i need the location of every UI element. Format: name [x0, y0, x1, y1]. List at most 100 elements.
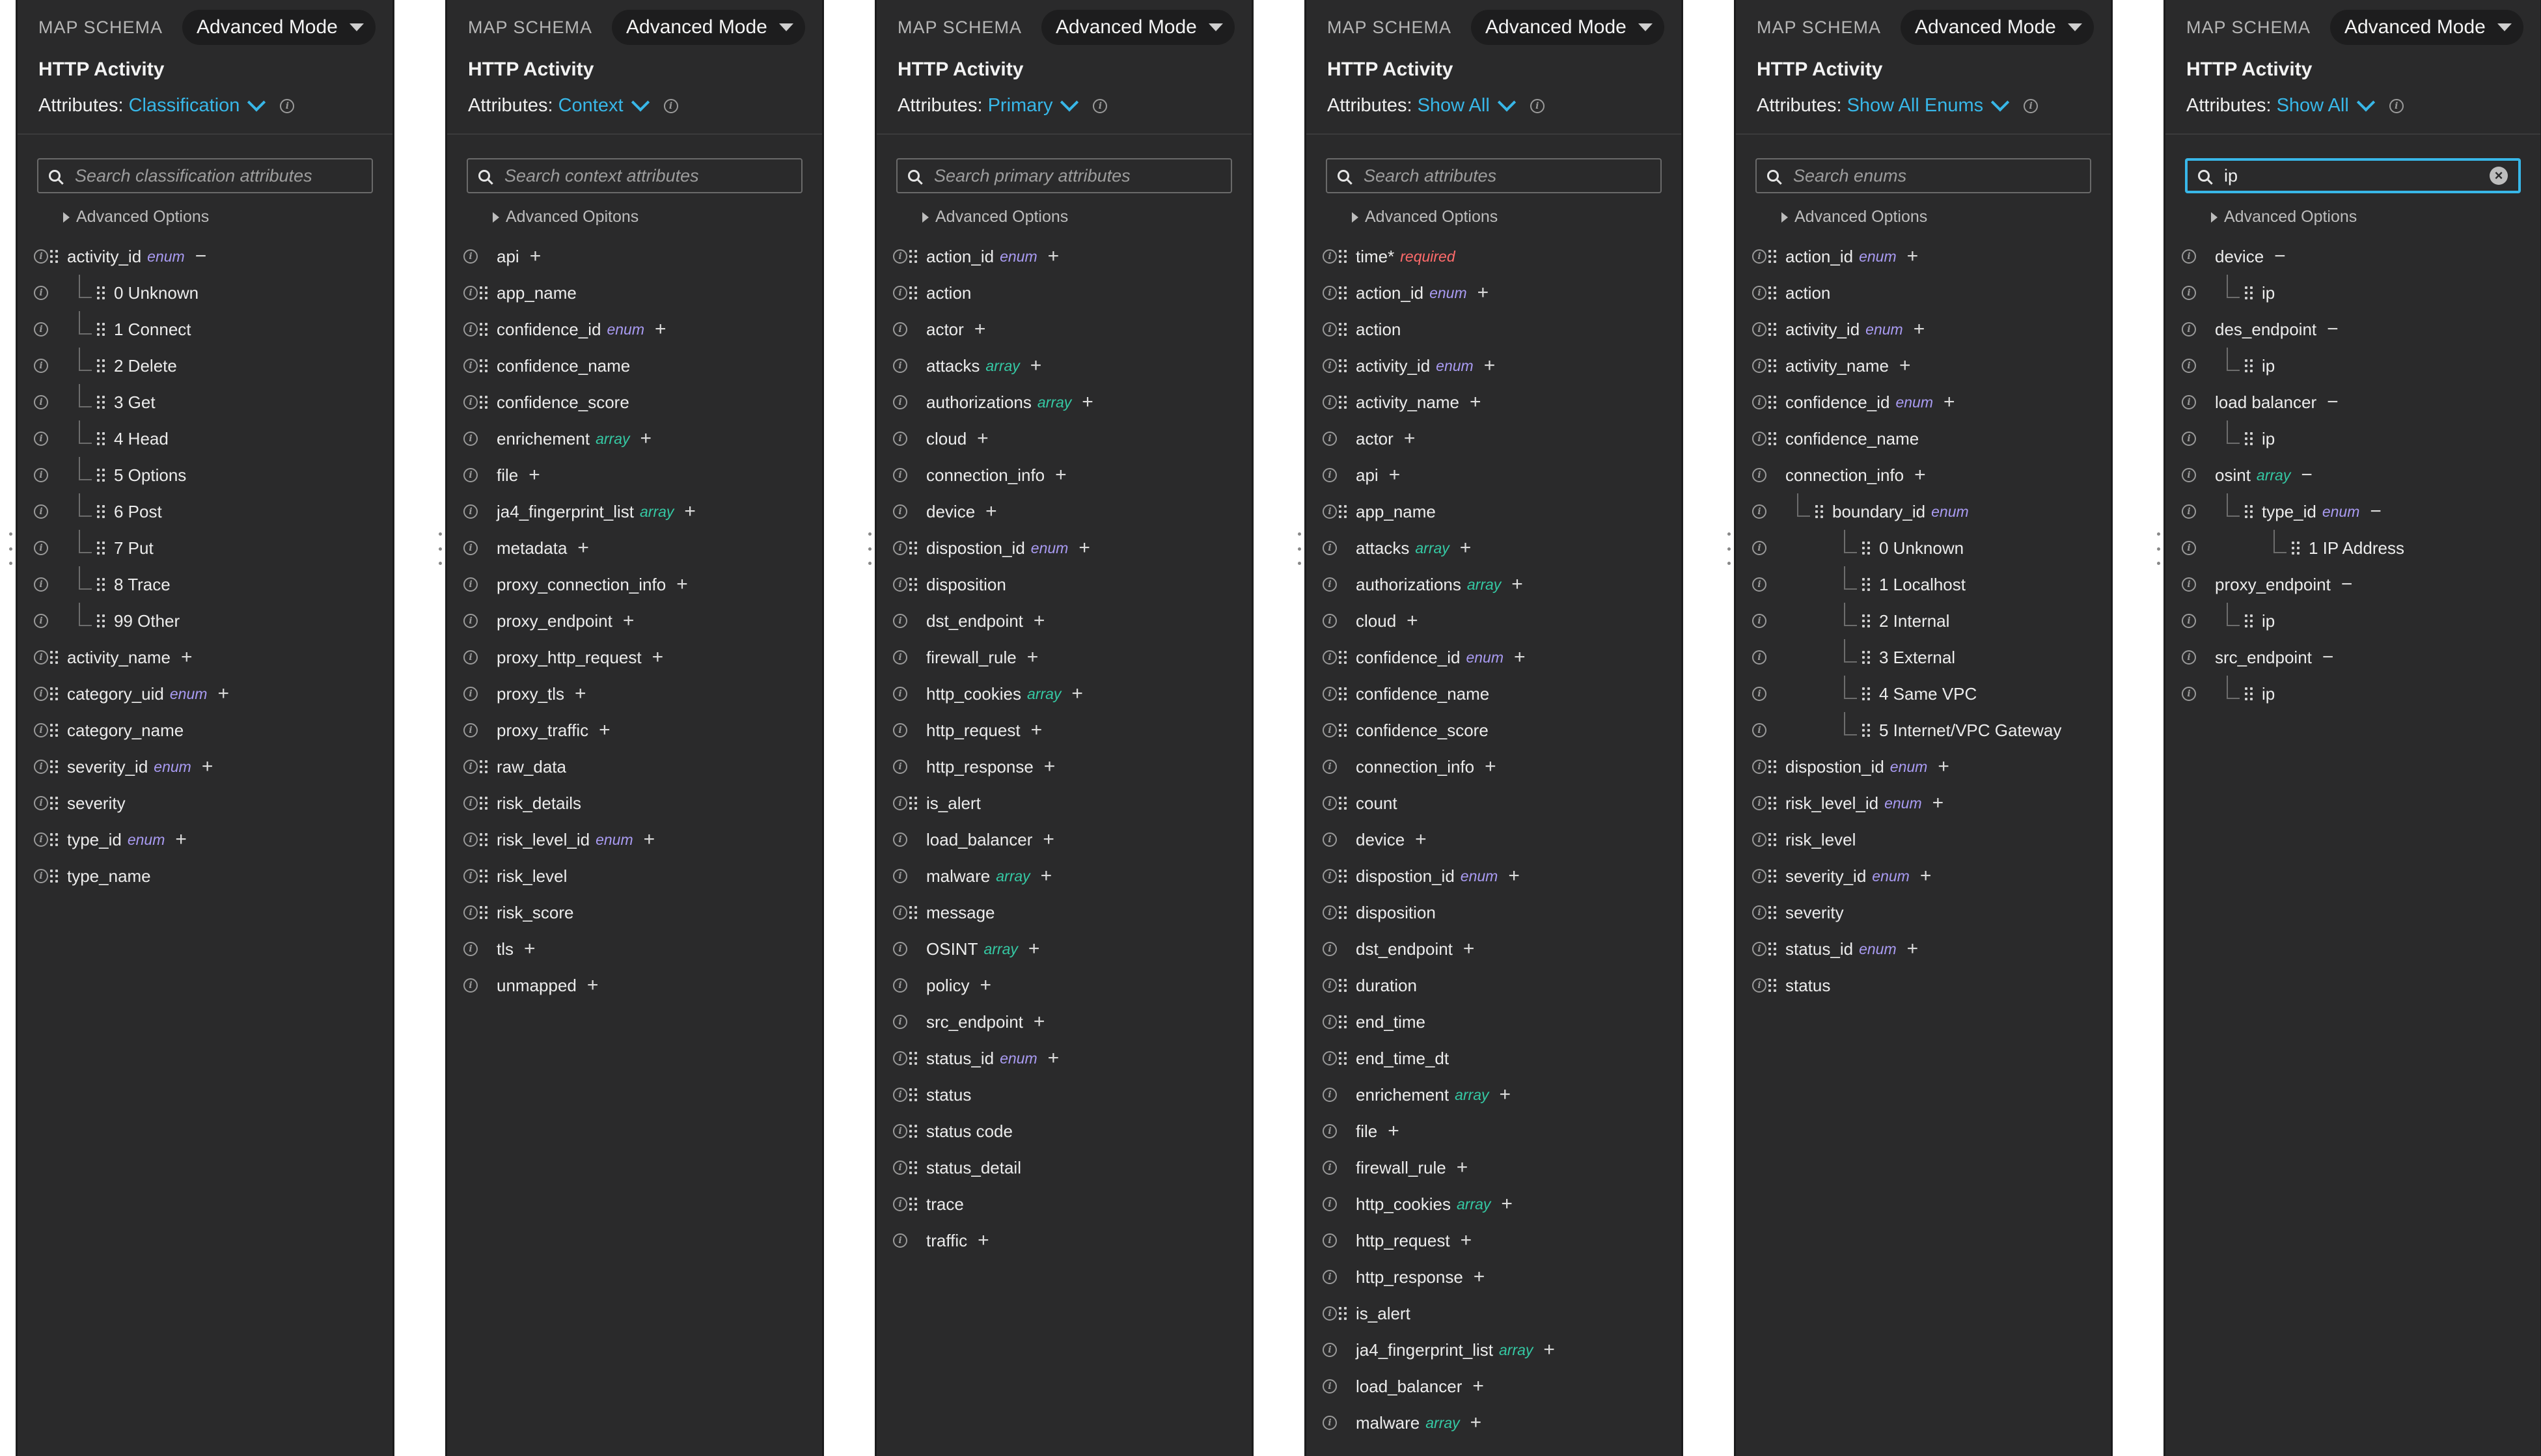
info-icon[interactable]: i: [463, 614, 478, 628]
info-icon[interactable]: i: [2182, 286, 2196, 300]
info-icon[interactable]: i: [893, 468, 907, 482]
expand-plus-icon[interactable]: +: [217, 684, 229, 704]
attribute-row-status[interactable]: i status: [877, 1077, 1252, 1113]
expand-plus-icon[interactable]: +: [1899, 356, 1911, 376]
info-icon[interactable]: i: [1323, 1197, 1337, 1211]
info-icon[interactable]: i: [1323, 395, 1337, 409]
info-icon[interactable]: i: [463, 723, 478, 737]
attribute-row-ip[interactable]: i ip: [2165, 603, 2540, 639]
info-icon[interactable]: i: [463, 577, 478, 592]
drag-handle-icon[interactable]: [480, 323, 488, 336]
panel-resize-handle[interactable]: [2156, 532, 2161, 565]
attribute-row-load-balancer[interactable]: i load_balancer +: [1306, 1368, 1681, 1405]
drag-handle-icon[interactable]: [480, 833, 488, 846]
attribute-row-type-name[interactable]: i type_name: [18, 858, 392, 894]
drag-handle-icon[interactable]: [1768, 906, 1776, 919]
attribute-row-activity-name[interactable]: i activity_name +: [1306, 384, 1681, 420]
expand-plus-icon[interactable]: +: [1543, 1340, 1555, 1360]
drag-handle-icon[interactable]: [50, 724, 58, 737]
drag-handle-icon[interactable]: [97, 286, 105, 299]
attribute-row-severity-id[interactable]: i severity_id enum +: [1736, 858, 2111, 894]
drag-handle-icon[interactable]: [1768, 870, 1776, 883]
expand-plus-icon[interactable]: +: [175, 830, 187, 849]
attribute-row-confidence-id[interactable]: i confidence_id enum +: [1736, 384, 2111, 420]
info-icon[interactable]: i: [463, 650, 478, 665]
info-icon[interactable]: i: [1752, 869, 1766, 883]
info-icon[interactable]: i: [1752, 905, 1766, 920]
info-icon[interactable]: i: [893, 1197, 907, 1211]
collapse-minus-icon[interactable]: −: [2370, 502, 2382, 521]
expand-plus-icon[interactable]: +: [1388, 1121, 1399, 1141]
attributes-dropdown[interactable]: Show All: [2277, 95, 2349, 117]
info-icon[interactable]: i: [1752, 942, 1766, 956]
info-icon[interactable]: i: [893, 504, 907, 519]
attribute-row-6-post[interactable]: i 6 Post: [18, 493, 392, 530]
advanced-options-toggle[interactable]: Advanced Options: [63, 208, 392, 227]
attribute-row-dst-endpoint[interactable]: i dst_endpoint +: [877, 603, 1252, 639]
info-icon[interactable]: i: [1323, 760, 1337, 774]
search-input[interactable]: [2223, 165, 2490, 187]
expand-plus-icon[interactable]: +: [1043, 830, 1054, 849]
attribute-row-disposition[interactable]: i disposition: [877, 566, 1252, 603]
expand-plus-icon[interactable]: +: [978, 1231, 989, 1250]
expand-plus-icon[interactable]: +: [530, 247, 542, 266]
panel-resize-handle[interactable]: [8, 532, 13, 565]
drag-handle-icon[interactable]: [1339, 651, 1347, 664]
drag-handle-icon[interactable]: [1339, 1307, 1347, 1320]
drag-handle-icon[interactable]: [909, 797, 917, 810]
info-icon[interactable]: i: [34, 760, 48, 774]
drag-handle-icon[interactable]: [1768, 359, 1776, 372]
info-icon[interactable]: i: [2024, 98, 2039, 113]
expand-plus-icon[interactable]: +: [1461, 1231, 1472, 1250]
attribute-row-risk-level-id[interactable]: i risk_level_id enum +: [1736, 785, 2111, 821]
collapse-minus-icon[interactable]: −: [2327, 392, 2339, 412]
attribute-row-disposition[interactable]: i disposition: [1306, 894, 1681, 931]
attribute-row-risk-level[interactable]: i risk_level: [1736, 821, 2111, 858]
drag-handle-icon[interactable]: [1862, 614, 1870, 627]
attribute-row-activity-name[interactable]: i activity_name +: [18, 639, 392, 676]
info-icon[interactable]: i: [34, 359, 48, 373]
drag-handle-icon[interactable]: [97, 432, 105, 445]
drag-handle-icon[interactable]: [1862, 724, 1870, 737]
drag-handle-icon[interactable]: [97, 614, 105, 627]
attribute-row-type-id[interactable]: i type_id enum +: [18, 821, 392, 858]
info-icon[interactable]: i: [2182, 650, 2196, 665]
expand-plus-icon[interactable]: +: [1030, 356, 1042, 376]
drag-handle-icon[interactable]: [1768, 797, 1776, 810]
panel-resize-handle[interactable]: [867, 532, 872, 565]
attribute-row-status[interactable]: i status: [1736, 967, 2111, 1004]
info-icon[interactable]: i: [2182, 322, 2196, 337]
info-icon[interactable]: i: [893, 1051, 907, 1065]
info-icon[interactable]: i: [1323, 286, 1337, 300]
chevron-down-icon[interactable]: [1060, 92, 1079, 111]
drag-handle-icon[interactable]: [1768, 432, 1776, 445]
expand-plus-icon[interactable]: +: [985, 502, 997, 521]
drag-handle-icon[interactable]: [2245, 359, 2253, 372]
attribute-row-3-external[interactable]: i 3 External: [1736, 639, 2111, 676]
info-icon[interactable]: i: [893, 942, 907, 956]
search-field[interactable]: [1326, 158, 1662, 193]
info-icon[interactable]: i: [1323, 1051, 1337, 1065]
info-icon[interactable]: i: [2182, 249, 2196, 264]
attribute-row-proxy-endpoint[interactable]: i proxy_endpoint +: [447, 603, 822, 639]
expand-plus-icon[interactable]: +: [1082, 392, 1093, 412]
drag-handle-icon[interactable]: [50, 250, 58, 263]
drag-handle-icon[interactable]: [1768, 396, 1776, 409]
drag-handle-icon[interactable]: [2245, 432, 2253, 445]
attribute-row-osint[interactable]: i OSINT array +: [877, 931, 1252, 967]
attribute-row-severity[interactable]: i severity: [18, 785, 392, 821]
attribute-row-3-get[interactable]: i 3 Get: [18, 384, 392, 420]
info-icon[interactable]: i: [1323, 1088, 1337, 1102]
attribute-row-ip[interactable]: i ip: [2165, 676, 2540, 712]
expand-plus-icon[interactable]: +: [1474, 1267, 1485, 1287]
info-icon[interactable]: i: [34, 468, 48, 482]
advanced-options-toggle[interactable]: Advanced Options: [1352, 208, 1681, 227]
info-icon[interactable]: i: [1323, 942, 1337, 956]
info-icon[interactable]: i: [1093, 98, 1108, 113]
expand-plus-icon[interactable]: +: [1407, 611, 1418, 631]
attribute-row-proxy-endpoint[interactable]: i proxy_endpoint −: [2165, 566, 2540, 603]
expand-plus-icon[interactable]: +: [1460, 538, 1472, 558]
expand-plus-icon[interactable]: +: [1501, 1194, 1513, 1214]
drag-handle-icon[interactable]: [480, 797, 488, 810]
expand-plus-icon[interactable]: +: [1470, 1413, 1482, 1433]
